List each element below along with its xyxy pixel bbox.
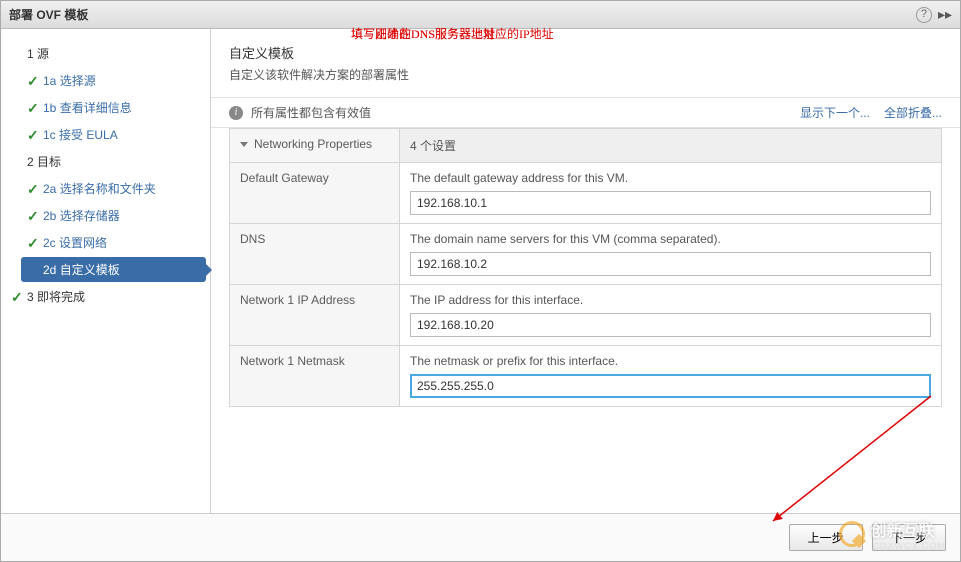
step-select-name[interactable]: ✓2a 选择名称和文件夹 — [21, 176, 206, 201]
row-netmask: Network 1 Netmask The netmask or prefix … — [230, 346, 942, 407]
info-icon: i — [229, 106, 243, 120]
step-ready-to-complete[interactable]: ✓3 即将完成 — [5, 284, 206, 309]
row-ip-address: Network 1 IP Address The IP address for … — [230, 285, 942, 346]
dialog-footer: 上一步 下一步 — [1, 513, 960, 561]
content-pane: 自定义模板 自定义该软件解决方案的部署属性 i 所有属性都包含有效值 显示下一个… — [211, 29, 960, 513]
blank-icon — [27, 263, 43, 277]
input-dns[interactable] — [410, 252, 931, 276]
step-destination[interactable]: 2 目标 — [5, 149, 206, 174]
advance-icon[interactable]: ▸▸ — [938, 6, 952, 23]
watermark: 创新互联 CDXWCX.COM — [839, 517, 947, 551]
watermark-url: CDXWCX.COM — [873, 541, 947, 551]
blank-icon — [11, 47, 27, 61]
check-icon: ✓ — [27, 101, 43, 115]
link-show-next[interactable]: 显示下一个... — [800, 104, 870, 121]
chevron-down-icon — [240, 142, 248, 147]
wizard-sidebar: 1 源 ✓1a 选择源 ✓1b 查看详细信息 ✓1c 接受 EULA 2 目标 … — [1, 29, 211, 513]
row-dns: DNS The domain name servers for this VM … — [230, 224, 942, 285]
step-select-source[interactable]: ✓1a 选择源 — [21, 68, 206, 93]
check-icon: ✓ — [27, 74, 43, 88]
page-subtitle: 自定义该软件解决方案的部署属性 — [229, 66, 942, 83]
step-select-storage[interactable]: ✓2b 选择存储器 — [21, 203, 206, 228]
check-icon: ✓ — [27, 236, 43, 250]
ovf-deploy-dialog: 部署 OVF 模板 ? ▸▸ 1 源 ✓1a 选择源 ✓1b 查看详细信息 ✓1… — [0, 0, 961, 562]
watermark-brand: 创新互联 — [871, 517, 947, 541]
desc-ip: The IP address for this interface. — [410, 293, 931, 307]
blank-icon — [11, 155, 27, 169]
desc-netmask: The netmask or prefix for this interface… — [410, 354, 931, 368]
step-customize-template[interactable]: 2d 自定义模板 — [21, 257, 206, 282]
check-icon: ✓ — [11, 290, 27, 304]
input-netmask[interactable] — [410, 374, 931, 398]
desc-dns: The domain name servers for this VM (com… — [410, 232, 931, 246]
step-source[interactable]: 1 源 — [5, 41, 206, 66]
step-review-details[interactable]: ✓1b 查看详细信息 — [21, 95, 206, 120]
check-icon: ✓ — [27, 182, 43, 196]
desc-gateway: The default gateway address for this VM. — [410, 171, 931, 185]
link-collapse-all[interactable]: 全部折叠... — [884, 104, 942, 121]
watermark-logo-icon — [839, 521, 865, 547]
row-default-gateway: Default Gateway The default gateway addr… — [230, 163, 942, 224]
step-accept-eula[interactable]: ✓1c 接受 EULA — [21, 122, 206, 147]
info-text: 所有属性都包含有效值 — [251, 104, 786, 121]
step-setup-networks[interactable]: ✓2c 设置网络 — [21, 230, 206, 255]
input-default-gateway[interactable] — [410, 191, 931, 215]
check-icon: ✓ — [27, 128, 43, 142]
properties-panel: Networking Properties 4 个设置 Default Gate… — [211, 128, 960, 407]
info-bar: i 所有属性都包含有效值 显示下一个... 全部折叠... — [211, 97, 960, 128]
content-header: 自定义模板 自定义该软件解决方案的部署属性 — [211, 29, 960, 93]
title-bar: 部署 OVF 模板 ? ▸▸ — [1, 1, 960, 29]
section-networking[interactable]: Networking Properties 4 个设置 — [230, 129, 942, 163]
input-ip-address[interactable] — [410, 313, 931, 337]
help-icon[interactable]: ? — [916, 7, 932, 23]
dialog-title: 部署 OVF 模板 — [9, 6, 916, 23]
check-icon: ✓ — [27, 209, 43, 223]
properties-table: Networking Properties 4 个设置 Default Gate… — [229, 128, 942, 407]
page-title: 自定义模板 — [229, 43, 942, 62]
dialog-body: 1 源 ✓1a 选择源 ✓1b 查看详细信息 ✓1c 接受 EULA 2 目标 … — [1, 29, 960, 513]
